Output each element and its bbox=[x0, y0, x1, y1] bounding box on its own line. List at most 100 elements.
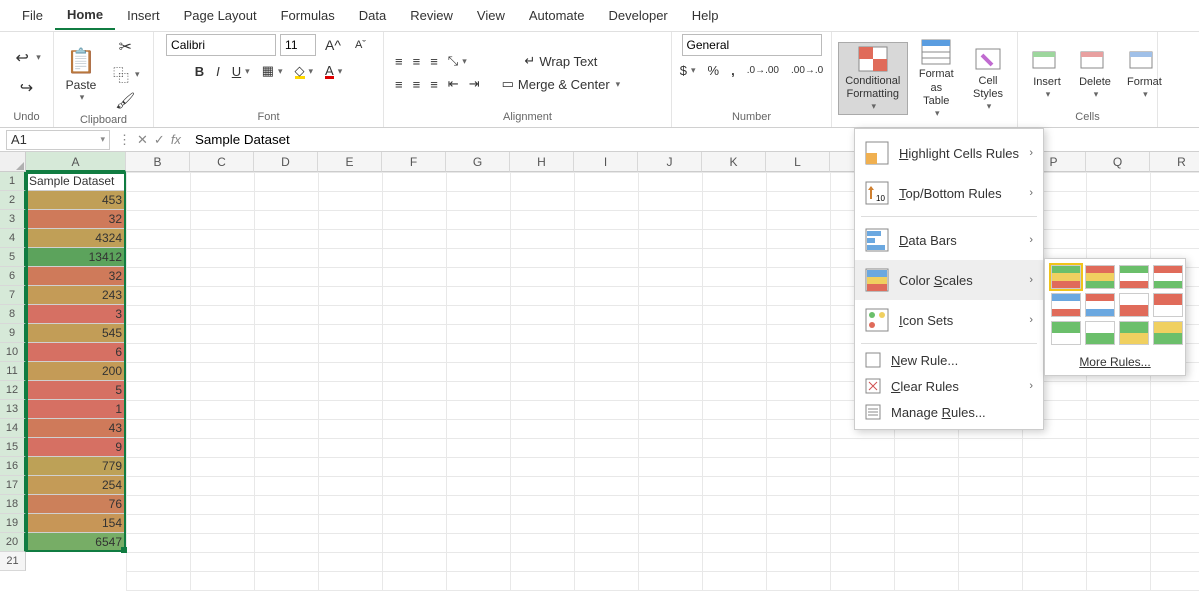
cell-a1[interactable]: Sample Dataset bbox=[26, 172, 126, 191]
row-header[interactable]: 18 bbox=[0, 495, 26, 514]
undo-button[interactable]: ↩ bbox=[7, 45, 46, 71]
column-header[interactable]: Q bbox=[1086, 152, 1150, 172]
column-header[interactable]: H bbox=[510, 152, 574, 172]
color-scale-swatch[interactable] bbox=[1119, 321, 1149, 345]
color-scale-swatch[interactable] bbox=[1085, 321, 1115, 345]
fx-dropdown-icon[interactable]: ⋮ bbox=[118, 132, 131, 148]
delete-cells-button[interactable]: Delete bbox=[1072, 43, 1118, 103]
align-left-button[interactable]: ≡ bbox=[390, 73, 408, 95]
menu-home[interactable]: Home bbox=[55, 1, 115, 30]
color-scale-swatch[interactable] bbox=[1085, 293, 1115, 317]
comma-format-button[interactable]: , bbox=[726, 60, 740, 81]
row-header[interactable]: 9 bbox=[0, 324, 26, 343]
increase-decimal-button[interactable]: .0→.00 bbox=[742, 60, 784, 81]
row-header[interactable]: 1 bbox=[0, 172, 26, 191]
cell[interactable]: 6 bbox=[26, 343, 126, 362]
cut-button[interactable]: ✂ bbox=[106, 34, 145, 60]
color-scale-swatch[interactable] bbox=[1153, 265, 1183, 289]
column-header[interactable]: I bbox=[574, 152, 638, 172]
menu-formulas[interactable]: Formulas bbox=[269, 2, 347, 29]
select-all-corner[interactable] bbox=[0, 152, 26, 172]
menu-review[interactable]: Review bbox=[398, 2, 465, 29]
menu-file[interactable]: File bbox=[10, 2, 55, 29]
cell[interactable]: 76 bbox=[26, 495, 126, 514]
cf-color-scales[interactable]: Color Scales › bbox=[855, 260, 1043, 300]
menu-developer[interactable]: Developer bbox=[597, 2, 680, 29]
font-name-select[interactable] bbox=[166, 34, 276, 56]
row-header[interactable]: 8 bbox=[0, 305, 26, 324]
cell-styles-button[interactable]: Cell Styles bbox=[965, 42, 1011, 115]
column-header[interactable]: R bbox=[1150, 152, 1199, 172]
italic-button[interactable]: I bbox=[211, 61, 225, 82]
cell[interactable]: 9 bbox=[26, 438, 126, 457]
column-header[interactable]: K bbox=[702, 152, 766, 172]
borders-button[interactable]: ▦ bbox=[257, 60, 288, 82]
column-header[interactable]: E bbox=[318, 152, 382, 172]
row-header[interactable]: 6 bbox=[0, 267, 26, 286]
column-header[interactable]: B bbox=[126, 152, 190, 172]
merge-center-button[interactable]: ▭Merge & Center bbox=[497, 73, 626, 95]
color-scale-swatch[interactable] bbox=[1153, 293, 1183, 317]
column-header[interactable]: D bbox=[254, 152, 318, 172]
menu-insert[interactable]: Insert bbox=[115, 2, 172, 29]
cf-clear-rules[interactable]: Clear Rules › bbox=[855, 373, 1043, 399]
cell[interactable]: 545 bbox=[26, 324, 126, 343]
accept-formula-icon[interactable]: ✓ bbox=[154, 132, 165, 148]
decrease-decimal-button[interactable]: .00→.0 bbox=[786, 60, 828, 81]
row-header[interactable]: 5 bbox=[0, 248, 26, 267]
insert-cells-button[interactable]: Insert bbox=[1024, 43, 1070, 103]
cell[interactable]: 154 bbox=[26, 514, 126, 533]
color-scale-swatch[interactable] bbox=[1085, 265, 1115, 289]
align-middle-button[interactable]: ≡ bbox=[408, 50, 426, 72]
cf-icon-sets[interactable]: Icon Sets › bbox=[855, 300, 1043, 340]
color-scales-more-rules[interactable]: More Rules... bbox=[1051, 355, 1179, 369]
menu-view[interactable]: View bbox=[465, 2, 517, 29]
copy-button[interactable]: ⿻ bbox=[106, 61, 145, 87]
align-top-button[interactable]: ≡ bbox=[390, 50, 408, 72]
cell[interactable]: 453 bbox=[26, 191, 126, 210]
name-box[interactable]: A1▾ bbox=[6, 130, 110, 150]
cell[interactable]: 6547 bbox=[26, 533, 126, 552]
cell[interactable]: 243 bbox=[26, 286, 126, 305]
row-header[interactable]: 4 bbox=[0, 229, 26, 248]
cell[interactable]: 43 bbox=[26, 419, 126, 438]
cell[interactable]: 3 bbox=[26, 305, 126, 324]
fx-icon[interactable]: fx bbox=[171, 132, 181, 147]
column-header[interactable]: F bbox=[382, 152, 446, 172]
row-header[interactable]: 3 bbox=[0, 210, 26, 229]
cell[interactable]: 4324 bbox=[26, 229, 126, 248]
conditional-formatting-button[interactable]: Conditional Formatting bbox=[838, 42, 908, 115]
increase-indent-button[interactable]: ⇥ bbox=[464, 73, 485, 95]
row-header[interactable]: 10 bbox=[0, 343, 26, 362]
cell[interactable]: 1 bbox=[26, 400, 126, 419]
row-header[interactable]: 14 bbox=[0, 419, 26, 438]
cf-manage-rules[interactable]: Manage Rules... bbox=[855, 399, 1043, 425]
color-scale-swatch[interactable] bbox=[1051, 321, 1081, 345]
color-scale-swatch[interactable] bbox=[1051, 265, 1081, 289]
row-header[interactable]: 13 bbox=[0, 400, 26, 419]
cf-top-bottom[interactable]: 10 Top/Bottom Rules › bbox=[855, 173, 1043, 213]
menu-data[interactable]: Data bbox=[347, 2, 398, 29]
row-header[interactable]: 2 bbox=[0, 191, 26, 210]
cell[interactable]: 13412 bbox=[26, 248, 126, 267]
wrap-text-button[interactable]: ↵Wrap Text bbox=[497, 50, 626, 72]
cancel-formula-icon[interactable]: ✕ bbox=[137, 132, 148, 148]
font-size-select[interactable] bbox=[280, 34, 316, 56]
column-header[interactable]: A bbox=[26, 152, 126, 172]
orientation-button[interactable]: ⤡ bbox=[443, 50, 472, 72]
cf-new-rule[interactable]: New Rule... bbox=[855, 347, 1043, 373]
row-header[interactable]: 16 bbox=[0, 457, 26, 476]
decrease-font-button[interactable]: Aˇ bbox=[350, 36, 371, 54]
underline-button[interactable]: U bbox=[227, 61, 255, 82]
cell[interactable]: 200 bbox=[26, 362, 126, 381]
formula-input[interactable] bbox=[189, 130, 1199, 150]
row-header[interactable]: 20 bbox=[0, 533, 26, 552]
menu-pagelayout[interactable]: Page Layout bbox=[172, 2, 269, 29]
align-right-button[interactable]: ≡ bbox=[425, 73, 443, 95]
font-color-button[interactable]: A bbox=[320, 60, 347, 82]
paste-button[interactable]: 📋 Paste bbox=[60, 43, 102, 106]
row-header[interactable]: 12 bbox=[0, 381, 26, 400]
format-as-table-button[interactable]: Format as Table bbox=[910, 35, 963, 121]
format-painter-button[interactable]: 🖌 bbox=[106, 88, 145, 114]
color-scale-swatch[interactable] bbox=[1153, 321, 1183, 345]
